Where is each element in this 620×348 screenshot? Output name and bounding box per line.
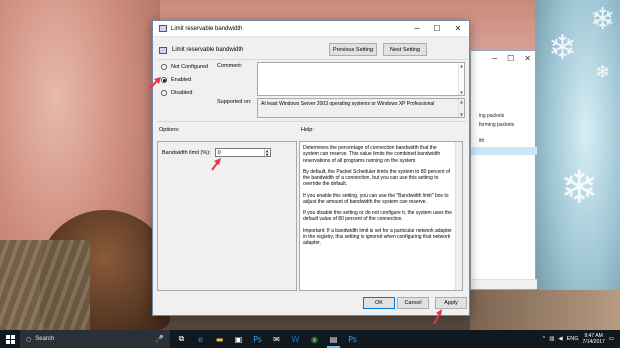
snowflake-icon: ❄: [560, 160, 599, 214]
help-text-panel[interactable]: Determines the percentage of connection …: [299, 141, 463, 291]
snowflake-icon: ❄: [595, 62, 611, 83]
notifications-icon[interactable]: ▭: [609, 336, 614, 342]
photoshop-icon[interactable]: Ps: [343, 330, 362, 348]
taskbar: ○ Search 🎤 ⧉ e ▬ ▣ Ps ✉ W ◉ ▤ Ps ^ ▥ ◀ E…: [0, 330, 620, 348]
search-placeholder: Search: [35, 336, 55, 342]
background-window-titlebar[interactable]: ─ ☐ ✕: [471, 51, 535, 65]
list-item[interactable]: ith: [479, 138, 484, 144]
close-icon[interactable]: ✕: [447, 21, 469, 37]
policy-header-title: Limit reservable bandwidth: [172, 47, 244, 53]
apply-button[interactable]: Apply: [435, 297, 467, 309]
taskbar-apps: ⧉ e ▬ ▣ Ps ✉ W ◉ ▤ Ps: [172, 330, 362, 348]
search-icon: ○: [26, 335, 32, 343]
clock-date: 7/14/2017: [582, 339, 605, 345]
supported-on-value: At least Windows Server 2003 operating s…: [261, 101, 435, 107]
help-paragraph: Determines the percentage of connection …: [303, 145, 441, 164]
policy-icon: [159, 25, 167, 32]
comment-textarea[interactable]: ▲ ▼: [257, 62, 465, 96]
microphone-icon[interactable]: 🎤: [155, 335, 164, 343]
radio-circle[interactable]: [161, 64, 167, 70]
scroll-up-icon[interactable]: ▲: [460, 63, 463, 68]
snowflake-icon: ❄: [590, 2, 616, 37]
bandwidth-limit-value[interactable]: 0: [218, 150, 221, 156]
minimize-icon[interactable]: ─: [407, 21, 427, 37]
snowflake-icon: ❄: [548, 28, 577, 68]
radio-label: Not Configured: [171, 64, 208, 70]
radio-circle[interactable]: [161, 90, 167, 96]
minimize-icon[interactable]: ─: [491, 54, 497, 63]
dialog-titlebar[interactable]: Limit reservable bandwidth ─ ☐ ✕: [153, 21, 469, 37]
maximize-icon[interactable]: ☐: [427, 21, 447, 37]
wallpaper-lower: [470, 290, 620, 330]
help-paragraph: By default, the Packet Scheduler limits …: [303, 168, 451, 188]
language-indicator[interactable]: ENG: [567, 336, 579, 342]
scroll-up-icon[interactable]: ▲: [460, 99, 463, 104]
next-setting-button[interactable]: Next Setting: [383, 43, 427, 56]
mail-icon[interactable]: ✉: [267, 330, 286, 348]
dialog-title: Limit reservable bandwidth: [171, 25, 243, 32]
wallpaper-bench: [0, 240, 90, 330]
options-panel: Bandwidth limit (%): 0 ▲ ▼: [157, 141, 297, 291]
clock[interactable]: 9:47 AM 7/14/2017: [583, 333, 605, 345]
edge-icon[interactable]: e: [191, 330, 210, 348]
policy-editor-icon[interactable]: ▤: [324, 330, 343, 348]
help-paragraph: Important: If a bandwidth limit is set f…: [303, 227, 452, 247]
spin-down-icon[interactable]: ▼: [266, 153, 269, 157]
scroll-down-icon[interactable]: ▼: [460, 90, 463, 95]
horizontal-scrollbar[interactable]: [471, 279, 537, 289]
windows-icon: [5, 334, 15, 344]
policy-dialog: Limit reservable bandwidth ─ ☐ ✕ Limit r…: [152, 20, 470, 316]
bandwidth-limit-label: Bandwidth limit (%):: [162, 149, 211, 156]
background-window[interactable]: ─ ☐ ✕ ing packets forming packets ith: [470, 50, 537, 290]
radio-not-configured[interactable]: Not Configured: [161, 64, 208, 70]
maximize-icon[interactable]: ☐: [507, 54, 514, 63]
help-label: Help:: [301, 127, 314, 133]
close-icon[interactable]: ✕: [524, 54, 531, 63]
store-icon[interactable]: ▣: [229, 330, 248, 348]
divider: [157, 59, 467, 60]
policy-icon: [159, 46, 167, 54]
system-tray: ^ ▥ ◀ ENG 9:47 AM 7/14/2017 ▭: [543, 333, 620, 345]
help-scrollbar[interactable]: [455, 142, 462, 290]
divider: [157, 121, 467, 122]
word-icon[interactable]: W: [286, 330, 305, 348]
help-paragraph: If you enable this setting, you can use …: [303, 192, 449, 205]
help-paragraph: If you disable this setting or do not co…: [303, 210, 452, 223]
list-item[interactable]: forming packets: [479, 122, 514, 128]
bandwidth-limit-row: Bandwidth limit (%): 0 ▲ ▼: [162, 148, 271, 157]
comment-label: Comment:: [217, 63, 243, 69]
supported-scrollbar[interactable]: ▲ ▼: [458, 99, 464, 117]
photoshop-icon[interactable]: Ps: [248, 330, 267, 348]
ok-button[interactable]: OK: [363, 297, 395, 309]
radio-label: Enabled: [171, 77, 192, 83]
radio-disabled[interactable]: Disabled: [161, 90, 192, 96]
radio-circle[interactable]: [161, 77, 167, 83]
search-input[interactable]: ○ Search 🎤: [20, 330, 170, 348]
comment-scrollbar[interactable]: ▲ ▼: [458, 63, 464, 95]
radio-enabled[interactable]: Enabled: [161, 77, 191, 83]
options-label: Options:: [159, 127, 180, 133]
supported-on-field: At least Windows Server 2003 operating s…: [257, 98, 465, 118]
previous-setting-button[interactable]: Previous Setting: [329, 43, 377, 56]
scroll-down-icon[interactable]: ▼: [460, 112, 463, 117]
list-item[interactable]: ing packets: [479, 113, 504, 119]
radio-label: Disabled: [171, 90, 193, 96]
network-icon[interactable]: ▥: [549, 336, 554, 342]
task-view-icon[interactable]: ⧉: [172, 330, 191, 348]
bandwidth-limit-stepper[interactable]: 0 ▲ ▼: [214, 148, 271, 157]
selected-row-highlight: [471, 147, 537, 155]
file-explorer-icon[interactable]: ▬: [210, 330, 229, 348]
supported-on-label: Supported on:: [217, 99, 252, 105]
cancel-button[interactable]: Cancel: [397, 297, 429, 309]
start-button[interactable]: [0, 330, 20, 348]
show-hidden-icons-icon[interactable]: ^: [543, 336, 546, 342]
chrome-icon[interactable]: ◉: [305, 330, 324, 348]
volume-icon[interactable]: ◀: [558, 336, 562, 342]
